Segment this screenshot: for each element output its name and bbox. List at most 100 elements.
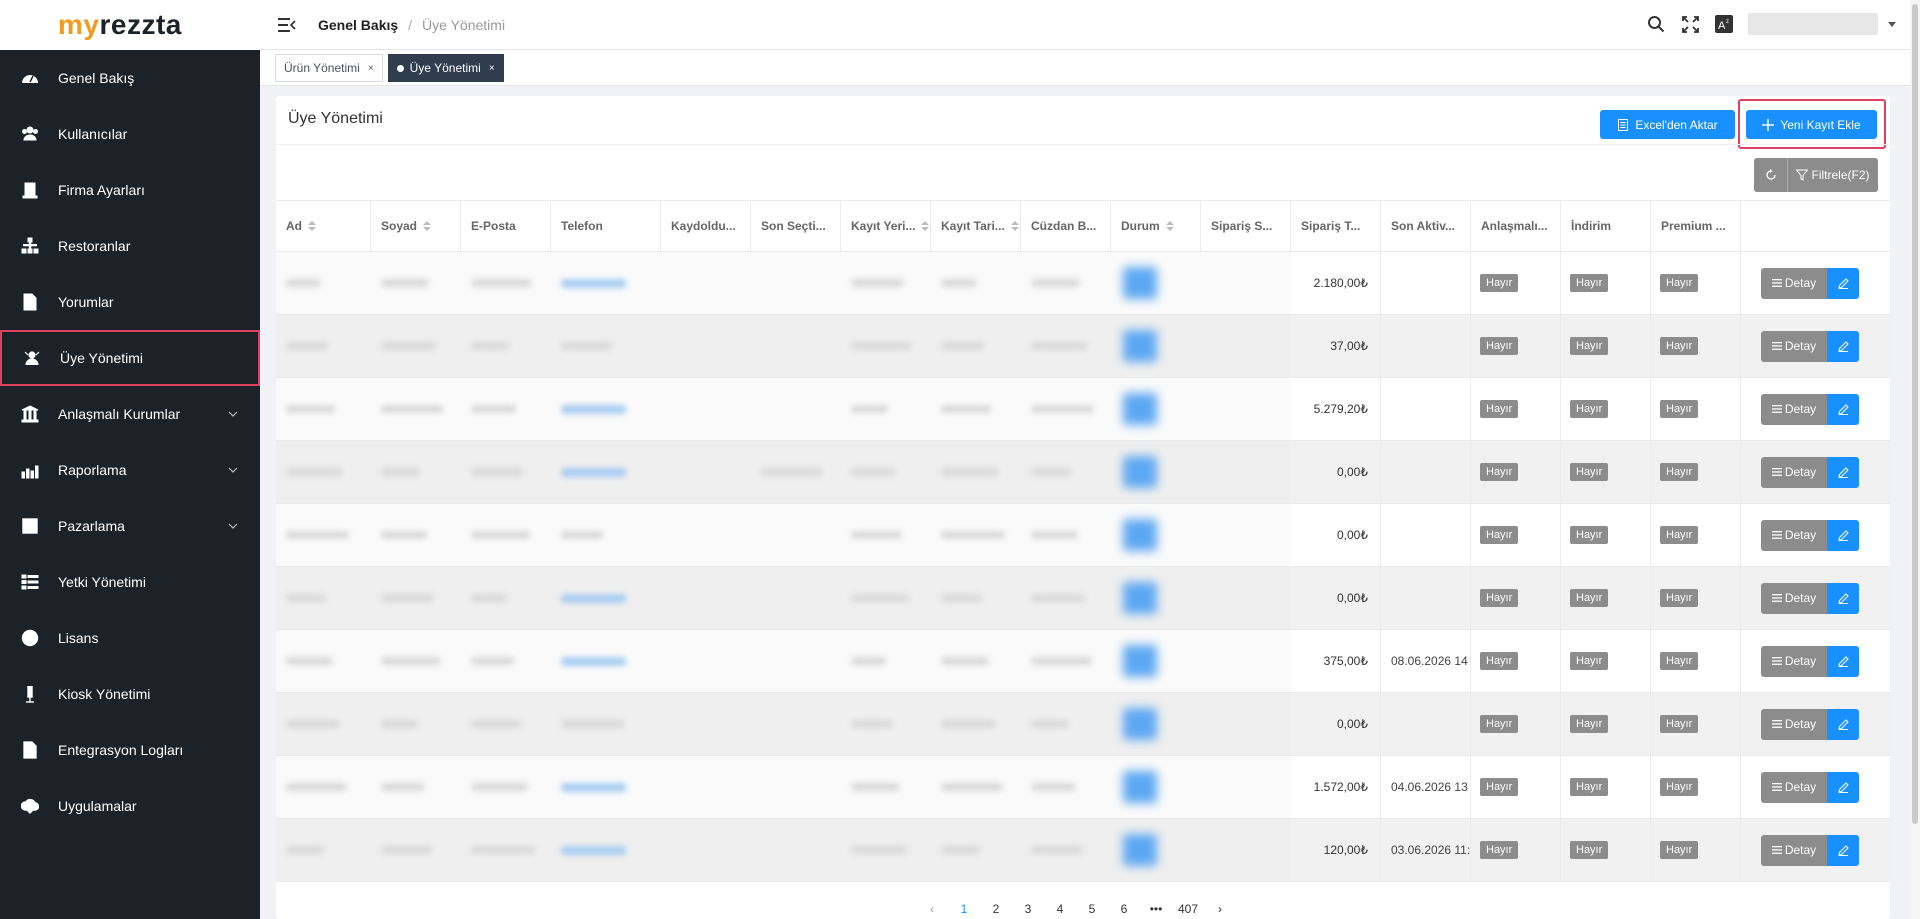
- sidebar-item-restoranlar[interactable]: Restoranlar: [0, 218, 260, 274]
- tab-uye-yonetimi[interactable]: Üye Yönetimi ×: [387, 54, 504, 82]
- column-header[interactable]: Kaydoldu...: [661, 201, 751, 251]
- add-new-record-button[interactable]: Yeni Kayıt Ekle: [1746, 110, 1877, 139]
- edit-button[interactable]: [1827, 771, 1859, 803]
- detail-button[interactable]: Detay: [1761, 645, 1827, 677]
- search-icon[interactable]: [1644, 12, 1668, 36]
- fullscreen-icon[interactable]: [1678, 12, 1702, 36]
- tab-urun-yonetimi[interactable]: Ürün Yönetimi ×: [275, 54, 383, 82]
- sidebar-item-yetki-y-netimi[interactable]: Yetki Yönetimi: [0, 554, 260, 610]
- table-row[interactable]: 37,00₺ Hayır Hayır Hayır Detay: [276, 315, 1890, 378]
- page-number[interactable]: 6: [1108, 902, 1140, 916]
- column-header[interactable]: Son Aktiv...: [1381, 201, 1471, 251]
- sort-icon[interactable]: [308, 221, 316, 231]
- table-row[interactable]: 5.279,20₺ Hayır Hayır Hayır Detay: [276, 378, 1890, 441]
- sidebar-item-kullan-c-lar[interactable]: Kullanıcılar: [0, 106, 260, 162]
- table-row[interactable]: 0,00₺ Hayır Hayır Hayır Detay: [276, 567, 1890, 630]
- column-header[interactable]: Anlaşmalı...: [1471, 201, 1561, 251]
- sidebar-item-pazarlama[interactable]: Pazarlama: [0, 498, 260, 554]
- sort-icon[interactable]: [423, 221, 432, 231]
- edit-button[interactable]: [1827, 456, 1859, 488]
- excel-import-button[interactable]: Excel'den Aktar: [1600, 110, 1735, 139]
- detail-button[interactable]: Detay: [1761, 771, 1827, 803]
- table-row[interactable]: 375,00₺ 08.06.2026 14 Hayır Hayır Hayır Detay: [276, 630, 1890, 693]
- column-header[interactable]: Son Seçti...: [751, 201, 841, 251]
- sort-icon[interactable]: [921, 221, 930, 231]
- pagination-ellipsis[interactable]: •••: [1140, 902, 1172, 916]
- column-header[interactable]: Sipariş S...: [1201, 201, 1291, 251]
- table-row[interactable]: 0,00₺ Hayır Hayır Hayır Detay: [276, 441, 1890, 504]
- table-row[interactable]: 1.572,00₺ 04.06.2026 13 Hayır Hayır Hayır Det…: [276, 756, 1890, 819]
- tab-close-icon[interactable]: ×: [368, 63, 374, 74]
- breadcrumb-home[interactable]: Genel Bakış: [318, 17, 398, 33]
- cell-redacted: [751, 693, 841, 755]
- sidebar-item-kiosk-y-netimi[interactable]: Kiosk Yönetimi: [0, 666, 260, 722]
- edit-button[interactable]: [1827, 267, 1859, 299]
- tab-close-icon[interactable]: ×: [489, 63, 495, 74]
- page-number[interactable]: 4: [1044, 902, 1076, 916]
- sidebar-item-anla-mal-kurumlar[interactable]: Anlaşmalı Kurumlar: [0, 386, 260, 442]
- detail-button[interactable]: Detay: [1761, 393, 1827, 425]
- page-scrollbar[interactable]: [1910, 0, 1920, 919]
- column-header[interactable]: E-Posta: [461, 201, 551, 251]
- edit-button[interactable]: [1827, 708, 1859, 740]
- detail-button[interactable]: Detay: [1761, 456, 1827, 488]
- column-header[interactable]: Durum: [1111, 201, 1201, 251]
- detail-button[interactable]: Detay: [1761, 267, 1827, 299]
- sidebar-item-genel-bak-[interactable]: Genel Bakış: [0, 50, 260, 106]
- table-row[interactable]: 0,00₺ Hayır Hayır Hayır Detay: [276, 693, 1890, 756]
- cell-redacted: [371, 630, 461, 692]
- last-activity-cell: [1381, 504, 1471, 566]
- sidebar-item-entegrasyon-loglar-[interactable]: Entegrasyon Logları: [0, 722, 260, 778]
- edit-button[interactable]: [1827, 582, 1859, 614]
- table-row[interactable]: 0,00₺ Hayır Hayır Hayır Detay: [276, 504, 1890, 567]
- edit-button[interactable]: [1827, 330, 1859, 362]
- blurred-text: [1031, 405, 1094, 413]
- column-header[interactable]: Kayıt Yeri...: [841, 201, 931, 251]
- detail-button[interactable]: Detay: [1761, 330, 1827, 362]
- sort-icon[interactable]: [1165, 221, 1174, 231]
- edit-button[interactable]: [1827, 645, 1859, 677]
- sidebar-item-uygulamalar[interactable]: Uygulamalar: [0, 778, 260, 834]
- page-number[interactable]: 1: [948, 902, 980, 916]
- prev-page-button[interactable]: ‹: [916, 902, 948, 916]
- filter-button[interactable]: Filtrele(F2): [1787, 158, 1878, 192]
- table-row[interactable]: 120,00₺ 03.06.2026 11: Hayır Hayır Hayır Deta…: [276, 819, 1890, 882]
- edit-button[interactable]: [1827, 834, 1859, 866]
- logo[interactable]: my rezzta: [0, 0, 260, 50]
- detail-button[interactable]: Detay: [1761, 834, 1827, 866]
- sort-icon[interactable]: [1010, 221, 1019, 231]
- blurred-text: [761, 468, 822, 476]
- detail-button[interactable]: Detay: [1761, 519, 1827, 551]
- next-page-button[interactable]: ›: [1204, 902, 1236, 916]
- edit-button[interactable]: [1827, 393, 1859, 425]
- page-number[interactable]: 3: [1012, 902, 1044, 916]
- column-header[interactable]: İndirim: [1561, 201, 1651, 251]
- sidebar-item--ye-y-netimi[interactable]: Üye Yönetimi: [0, 330, 260, 386]
- cell-redacted: [1201, 756, 1291, 818]
- column-header[interactable]: Kayıt Tari...: [931, 201, 1021, 251]
- page-number[interactable]: 5: [1076, 902, 1108, 916]
- language-icon[interactable]: Az: [1712, 12, 1736, 36]
- column-header[interactable]: Telefon: [551, 201, 661, 251]
- column-header[interactable]: Cüzdan B...: [1021, 201, 1111, 251]
- edit-button[interactable]: [1827, 519, 1859, 551]
- sidebar-item-raporlama[interactable]: Raporlama: [0, 442, 260, 498]
- menu-toggle-icon[interactable]: [278, 17, 296, 33]
- user-name-blurred[interactable]: [1748, 13, 1878, 35]
- column-header[interactable]: Ad: [276, 201, 371, 251]
- sidebar-item-lisans[interactable]: Lisans: [0, 610, 260, 666]
- sidebar-item-yorumlar[interactable]: Yorumlar: [0, 274, 260, 330]
- detail-button[interactable]: Detay: [1761, 708, 1827, 740]
- refresh-button[interactable]: [1754, 158, 1787, 192]
- page-number[interactable]: 2: [980, 902, 1012, 916]
- column-header[interactable]: Premium ...: [1651, 201, 1741, 251]
- sidebar-item-firma-ayarlar-[interactable]: Firma Ayarları: [0, 162, 260, 218]
- user-dropdown-caret-icon[interactable]: [1888, 21, 1896, 27]
- page-number[interactable]: 407: [1172, 902, 1204, 916]
- detail-button[interactable]: Detay: [1761, 582, 1827, 614]
- column-header[interactable]: Sipariş T...: [1291, 201, 1381, 251]
- scrollbar-thumb[interactable]: [1912, 4, 1918, 824]
- column-header[interactable]: Soyad: [371, 201, 461, 251]
- cell-redacted: [1201, 504, 1291, 566]
- table-row[interactable]: 2.180,00₺ Hayır Hayır Hayır Detay: [276, 252, 1890, 315]
